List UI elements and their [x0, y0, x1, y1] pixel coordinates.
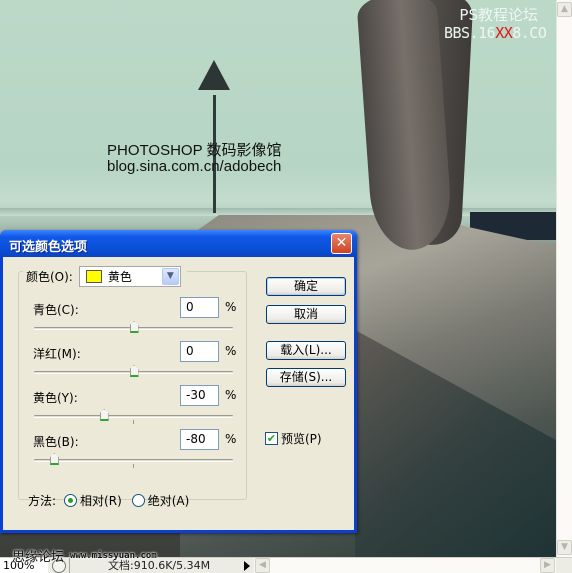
method-row: 方法: 相对(R) 绝对(A) [28, 492, 189, 509]
scroll-right-button[interactable]: ▶ [540, 558, 555, 573]
save-button[interactable]: 存储(S)... [266, 368, 346, 387]
dialog-body: 颜色(O): 黄色 ▼ 青色(C): 0 % 洋红(M): 0 % 黄色(Y):… [3, 257, 354, 530]
dialog-title: 可选颜色选项 [9, 240, 88, 255]
colors-dropdown[interactable]: 黄色 ▼ [78, 265, 181, 287]
url-watermark: www.missyuan.com [70, 551, 157, 561]
scroll-left-button[interactable]: ◀ [255, 558, 270, 573]
yellow-slider-row: 黄色(Y): -30 % [33, 385, 243, 429]
preview-checkbox-row[interactable]: ✔ 预览(P) [265, 430, 322, 447]
magenta-slider-row: 洋红(M): 0 % [33, 341, 243, 385]
absolute-radio[interactable] [131, 494, 145, 507]
bbs-suffix: 8.CO [512, 24, 547, 42]
close-x-icon: ✕ [335, 235, 348, 251]
method-label: 方法: [28, 494, 57, 508]
relative-radio[interactable] [64, 494, 78, 507]
resize-grip[interactable] [556, 558, 572, 573]
close-button[interactable]: ✕ [331, 233, 352, 254]
black-slider-thumb[interactable] [49, 453, 59, 465]
preview-label: 预览(P) [281, 432, 322, 446]
center-tick [133, 464, 134, 468]
yellow-slider-thumb[interactable] [99, 409, 109, 421]
chevron-down-icon[interactable]: ▼ [161, 267, 179, 285]
dialog-titlebar[interactable]: 可选颜色选项 ✕ [0, 230, 357, 257]
load-button[interactable]: 载入(L)... [266, 341, 346, 360]
cyan-slider-row: 青色(C): 0 % [33, 297, 243, 341]
scroll-down-button[interactable]: ▼ [557, 540, 572, 555]
cyan-slider-thumb[interactable] [129, 321, 139, 333]
cyan-input[interactable]: 0 [180, 297, 219, 318]
vertical-scrollbar[interactable]: ▲ ▼ [556, 0, 572, 557]
black-label: 黑色(B): [33, 435, 79, 449]
percent-label: % [225, 432, 237, 446]
preview-checkbox[interactable]: ✔ [265, 432, 278, 445]
colors-label: 颜色(O): [26, 269, 73, 284]
magenta-label: 洋红(M): [33, 347, 81, 361]
triangle-sign [198, 60, 230, 90]
percent-label: % [225, 344, 237, 358]
horizontal-scrollbar[interactable]: ◀ ▶ [254, 558, 556, 573]
bbs-watermark: BBS.16XX8.CO [444, 24, 547, 42]
yellow-label: 黄色(Y): [33, 391, 78, 405]
colors-row: 颜色(O): 黄色 ▼ [23, 265, 187, 287]
scroll-up-button[interactable]: ▲ [557, 2, 572, 17]
bbs-red: XX [495, 24, 513, 42]
absolute-label[interactable]: 绝对(A) [148, 492, 190, 509]
percent-label: % [225, 388, 237, 402]
watermark-title: PHOTOSHOP 数码影像馆 [107, 142, 282, 159]
cancel-button[interactable]: 取消 [266, 305, 346, 324]
watermark-url: blog.sina.com.cn/adobech [107, 158, 282, 175]
magenta-input[interactable]: 0 [180, 341, 219, 362]
status-menu-arrow-icon[interactable] [244, 561, 250, 571]
magenta-slider-thumb[interactable] [129, 365, 139, 377]
yellow-input[interactable]: -30 [180, 385, 219, 406]
forum-watermark: 思缘论坛 [12, 550, 65, 565]
cyan-label: 青色(C): [33, 303, 79, 317]
selective-color-dialog: 可选颜色选项 ✕ 颜色(O): 黄色 ▼ 青色(C): 0 % 洋红(M): 0… [0, 230, 357, 533]
percent-label: % [225, 300, 237, 314]
center-tick [133, 420, 134, 424]
forum-title-watermark: PS教程论坛 [459, 6, 538, 24]
black-input[interactable]: -80 [180, 429, 219, 450]
bbs-prefix: BBS.16 [444, 24, 496, 42]
yellow-slider-track[interactable] [34, 415, 233, 418]
black-slider-track[interactable] [34, 459, 233, 462]
colors-selected-value: 黄色 [107, 269, 132, 284]
color-swatch [85, 269, 102, 283]
ok-button[interactable]: 确定 [266, 277, 346, 296]
relative-label[interactable]: 相对(R) [80, 492, 122, 509]
black-slider-row: 黑色(B): -80 % [33, 429, 243, 473]
